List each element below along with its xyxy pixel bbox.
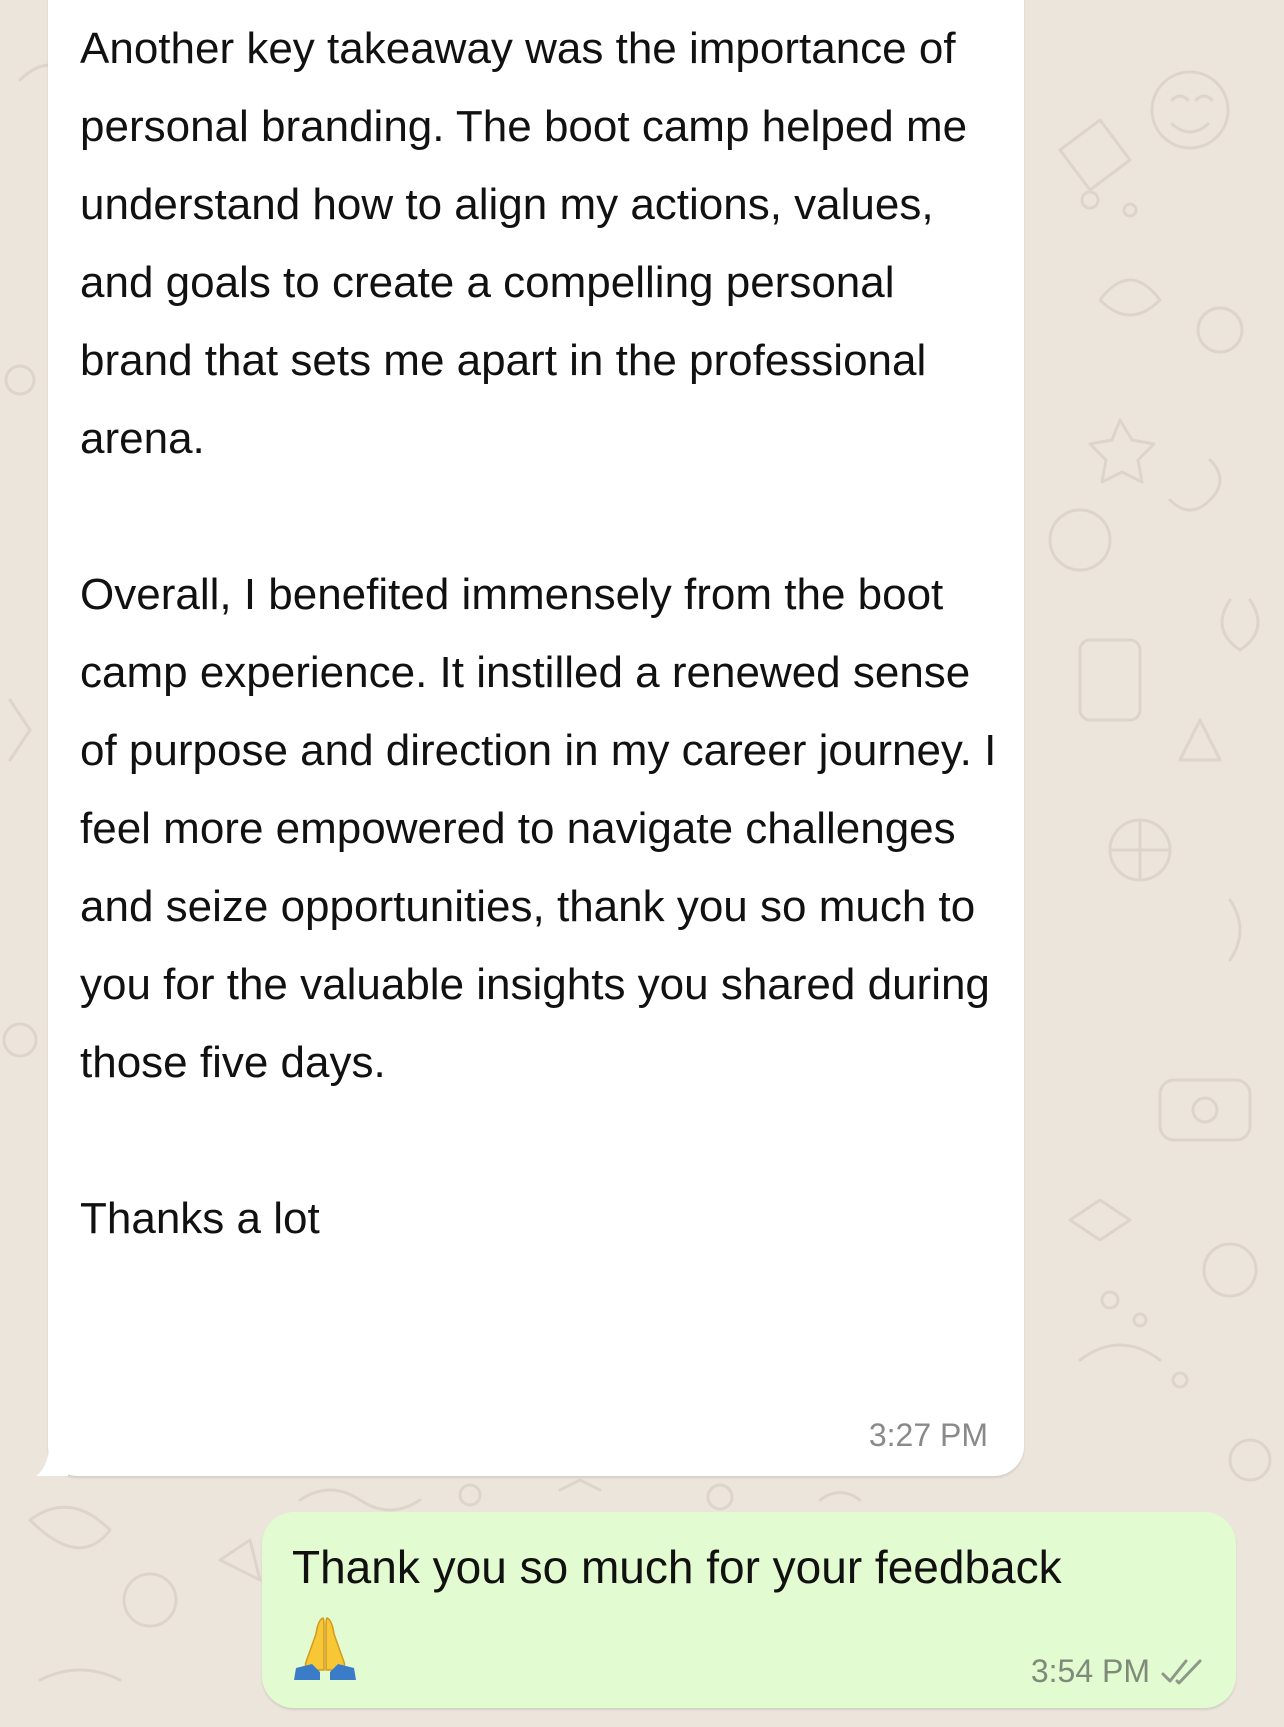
outgoing-message-meta: 3:54 PM [1031, 1653, 1206, 1690]
double-check-icon [1161, 1659, 1202, 1684]
folded-hands-emoji-icon [294, 1617, 356, 1680]
chat-conversation: Another key takeaway was the importance … [0, 0, 1284, 1727]
outgoing-message-text: Thank you so much for your feedback [292, 1541, 1062, 1593]
incoming-message-text: Another key takeaway was the importance … [80, 24, 997, 1243]
outgoing-message-bubble[interactable]: Thank you so much for your feedback 3:54… [262, 1512, 1236, 1708]
outgoing-message-time: 3:54 PM [1030, 1653, 1150, 1689]
bubble-tail-icon [36, 1436, 68, 1476]
incoming-message-bubble[interactable]: Another key takeaway was the importance … [36, 0, 1024, 1476]
incoming-message-time: 3:27 PM [868, 1417, 988, 1453]
